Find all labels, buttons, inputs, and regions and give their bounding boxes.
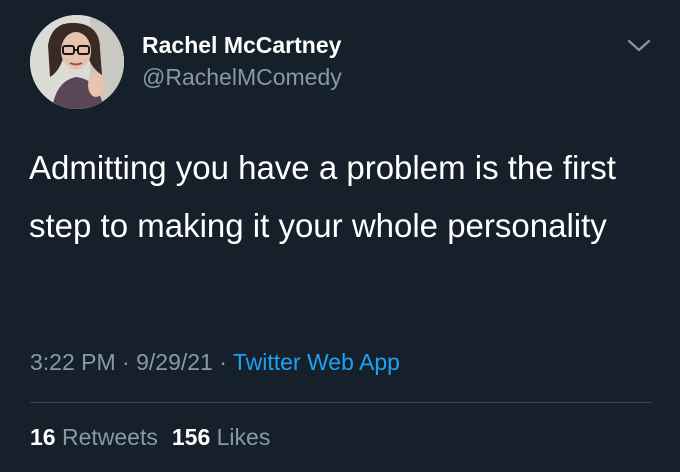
tweet-date[interactable]: 9/29/21 <box>136 349 213 375</box>
meta-separator: · <box>115 349 137 375</box>
tweet-text: Admitting you have a problem is the firs… <box>29 149 616 244</box>
retweets-label: Retweets <box>61 424 158 450</box>
likes-count: 156 <box>171 424 211 450</box>
likes-stat[interactable]: 156 Likes <box>172 424 270 450</box>
tweet-source-link[interactable]: Twitter Web App <box>233 349 400 375</box>
retweets-stat[interactable]: 16 Retweets <box>30 424 158 450</box>
tweet-metadata: 3:22 PM · 9/29/21 · Twitter Web App <box>30 349 400 376</box>
retweets-count: 16 <box>30 424 56 450</box>
tweet-time[interactable]: 3:22 PM <box>30 349 116 375</box>
display-name[interactable]: Rachel McCartney <box>142 32 341 59</box>
avatar[interactable] <box>30 15 124 109</box>
tweet-card: Rachel McCartney @RachelMComedy Admittin… <box>0 0 680 472</box>
profile-photo-icon <box>30 15 124 109</box>
likes-label: Likes <box>216 424 271 450</box>
divider <box>30 402 652 403</box>
meta-separator: · <box>212 349 233 375</box>
username-handle[interactable]: @RachelMComedy <box>142 64 342 91</box>
tweet-stats: 16 Retweets 156 Likes <box>30 424 270 451</box>
chevron-down-icon[interactable] <box>626 36 652 56</box>
